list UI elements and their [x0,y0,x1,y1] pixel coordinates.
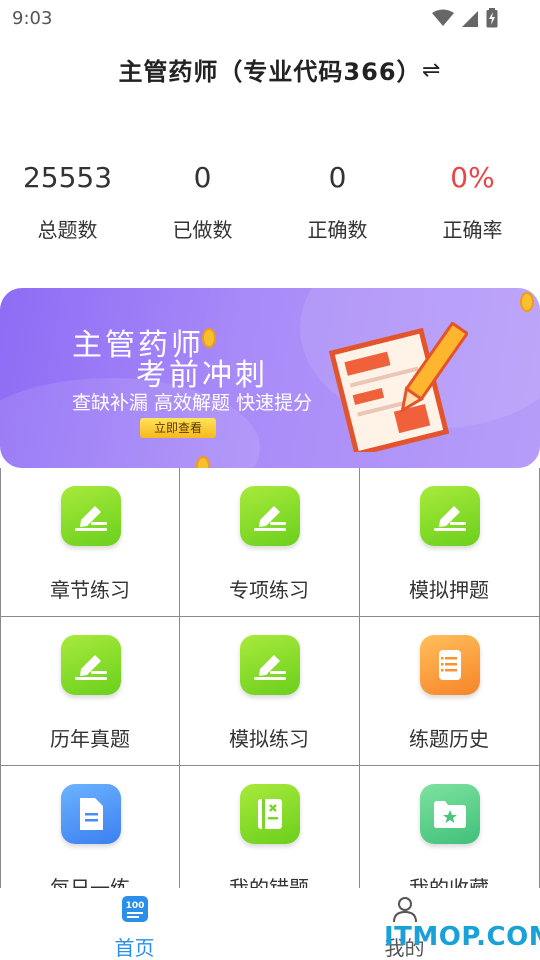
error-book-icon [240,784,300,844]
nav-item-home[interactable]: 100 首页 [67,888,202,960]
grid-item-chapter-practice[interactable]: 章节练习 [0,468,180,617]
grid-item-mock-practice[interactable]: 模拟练习 [180,617,360,766]
star-folder-icon [420,784,480,844]
grid-item-label: 模拟练习 [229,727,309,751]
feature-grid: 章节练习 专项练习 模拟押题 历年真题 模拟练习 练题历史 每日一练 我的错题 … [0,468,540,888]
stat-done-value: 0 [193,161,212,194]
pencil-icon [61,635,121,695]
pencil-icon [420,486,480,546]
signal-icon [462,11,478,27]
stat-done: 0 已做数 [135,160,270,250]
page-title[interactable]: 主管药师（专业代码366） [118,58,421,86]
header: 主管药师（专业代码366） ⇌ [0,52,540,92]
grid-item-label: 章节练习 [50,578,130,602]
grid-item-daily-practice[interactable]: 每日一练 [0,766,180,888]
stat-accuracy-value: 0% [450,161,495,194]
person-icon [392,897,417,923]
status-time: 9:03 [12,8,53,29]
banner-cta-button[interactable]: 立即查看 [140,418,216,438]
promo-banner[interactable]: 主管药师 考前冲刺 查缺补漏 高效解题 快速提分 立即查看 [0,288,540,468]
nav-label-home: 首页 [114,936,155,960]
grid-item-label: 专项练习 [229,578,309,602]
grid-item-label: 历年真题 [50,727,130,751]
grid-item-practice-history[interactable]: 练题历史 [360,617,540,766]
stat-total-label: 总题数 [37,218,98,242]
grid-item-label: 每日一练 [50,876,130,888]
pencil-icon [240,635,300,695]
scroll-icon [420,635,480,695]
switch-subject-icon[interactable]: ⇌ [422,58,440,83]
grid-item-past-exams[interactable]: 历年真题 [0,617,180,766]
status-bar: 9:03 [0,0,540,36]
wifi-icon [432,9,454,26]
stats-row: 25553 总题数 0 已做数 0 正确数 0% 正确率 [0,160,540,250]
stat-correct-value: 0 [328,161,347,194]
grid-item-label: 模拟押题 [409,578,489,602]
svg-text:100: 100 [125,901,144,911]
battery-icon [486,8,498,28]
grid-item-special-practice[interactable]: 专项练习 [180,468,360,617]
grid-item-label: 我的收藏 [409,876,489,888]
document-icon [61,784,121,844]
grid-item-label: 练题历史 [409,727,489,751]
pencil-icon [61,486,121,546]
status-icons [432,8,498,28]
stat-correct: 0 正确数 [270,160,405,250]
coin-icon [520,292,534,312]
stat-accuracy-label: 正确率 [442,218,503,242]
grid-item-mock-predict[interactable]: 模拟押题 [360,468,540,617]
watermark-text: ITMOP.COM [384,922,540,952]
stat-total: 25553 总题数 [0,160,135,250]
stat-accuracy: 0% 正确率 [405,160,540,250]
banner-subtitle: 查缺补漏 高效解题 快速提分 [72,392,313,414]
coin-icon [202,328,216,348]
stat-done-label: 已做数 [172,218,233,242]
grid-item-favorites[interactable]: 我的收藏 [360,766,540,888]
pencil-icon [240,486,300,546]
grid-item-label: 我的错题 [229,876,309,888]
stat-correct-label: 正确数 [307,218,368,242]
home-100-icon: 100 [121,896,148,922]
grid-item-wrong-questions[interactable]: 我的错题 [180,766,360,888]
stat-total-value: 25553 [22,161,113,194]
exam-paper-icon [328,322,468,452]
